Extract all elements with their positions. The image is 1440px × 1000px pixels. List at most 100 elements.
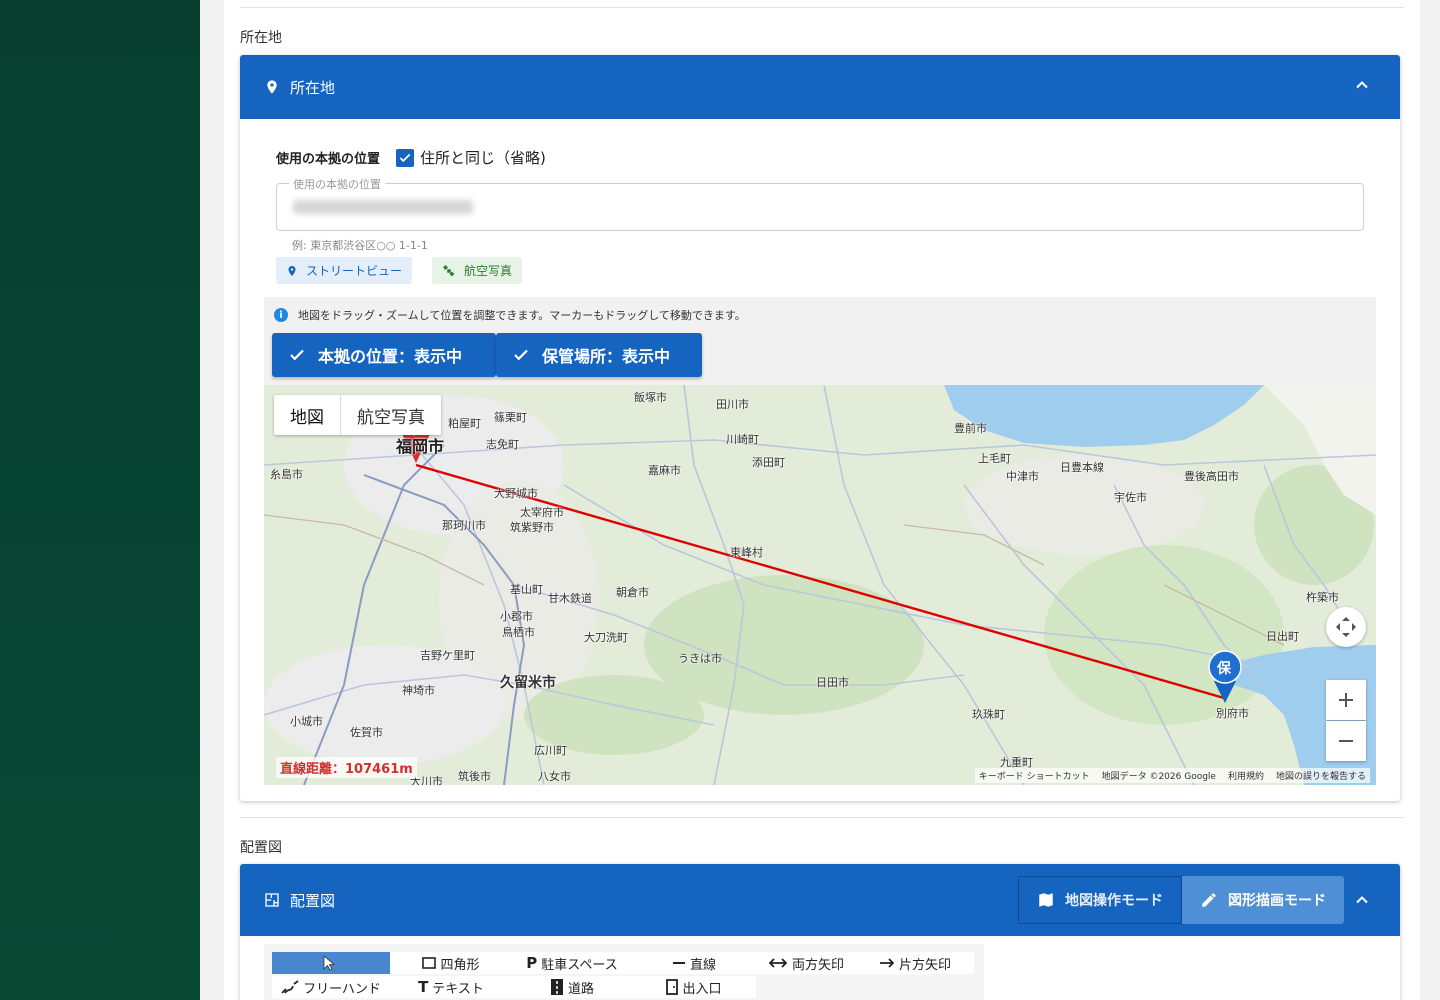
double-arrow-tool-label: 両方矢印 — [791, 957, 844, 973]
location-section-label: 所在地 — [240, 30, 282, 46]
city-label: 宇佐市 — [1114, 491, 1147, 504]
city-label: 大刀洗町 — [584, 631, 628, 644]
location-pin-icon — [288, 265, 296, 276]
city-label: 大野城市 — [494, 487, 538, 500]
plus-icon — [1339, 693, 1353, 707]
city-label: 豊後高田市 — [1184, 470, 1239, 483]
city-label: 小城市 — [290, 715, 323, 728]
freehand-icon — [281, 980, 299, 994]
base-position-row: 使用の本拠の位置 住所と同じ（省略) — [276, 147, 546, 168]
rectangle-tool-label: 四角形 — [440, 957, 480, 973]
shape-draw-mode-label: 図形描画モード — [1228, 893, 1326, 909]
base-position-label: 使用の本拠の位置 — [276, 152, 381, 167]
chevron-up-icon[interactable] — [1352, 75, 1372, 95]
aerial-photo-button[interactable]: 航空写真 — [432, 257, 523, 284]
checkmark-icon — [399, 153, 411, 162]
map-attribution: キーボード ショートカット 地図データ ©2026 Google 利用規約 地図… — [974, 768, 1370, 783]
text-icon: T — [418, 978, 429, 996]
zoom-in-button[interactable] — [1326, 680, 1366, 720]
zoom-out-button[interactable] — [1326, 721, 1366, 761]
same-as-address-label[interactable]: 住所と同じ（省略) — [420, 147, 546, 168]
city-label: 日豊本線 — [1060, 461, 1104, 474]
toggle-base-position-button[interactable]: 本拠の位置：表示中 — [272, 333, 496, 377]
city-label: 基山町 — [510, 583, 543, 596]
form-panel: 所在地 所在地 使用の本拠の位置 住所と同じ（省略) 使用の本拠の位置 例: 東… — [224, 0, 1420, 1000]
base-position-field[interactable]: 使用の本拠の位置 — [276, 176, 1364, 231]
arrow-right-icon — [879, 958, 895, 968]
chevron-up-icon[interactable] — [1352, 890, 1372, 910]
city-label: 鳥栖市 — [502, 626, 535, 639]
city-label: 川崎町 — [726, 433, 759, 446]
parking-icon: P — [526, 954, 538, 972]
select-tool-button[interactable] — [272, 952, 390, 974]
report-error-link[interactable]: 地図の誤りを報告する — [1276, 769, 1366, 782]
single-arrow-tool-button[interactable]: 片方矢印 — [856, 952, 974, 974]
street-view-button[interactable]: ストリートビュー — [276, 257, 413, 284]
terms-link[interactable]: 利用規約 — [1228, 769, 1264, 782]
toggle-storage-button[interactable]: 保管場所：表示中 — [496, 333, 702, 377]
road-tool-label: 道路 — [567, 981, 594, 997]
distance-label: 直線距離：107461m — [276, 757, 417, 778]
map-operation-mode-label: 地図操作モード — [1065, 893, 1163, 909]
shape-draw-mode-button[interactable]: 図形描画モード — [1182, 876, 1344, 924]
city-label: 久留米市 — [500, 675, 556, 691]
city-label: 甘木鉄道 — [548, 592, 592, 605]
city-label: 那珂川市 — [442, 519, 486, 532]
field-hint: 例: 東京都渋谷区○○ 1-1-1 — [292, 239, 428, 252]
satellite-icon — [443, 264, 455, 276]
keyboard-shortcuts-link[interactable]: キーボード ショートカット — [979, 769, 1090, 782]
parking-tool-button[interactable]: P 駐車スペース — [512, 952, 632, 974]
city-label: 粕屋町 — [448, 417, 481, 430]
text-tool-label: テキスト — [432, 981, 484, 997]
divider — [240, 7, 1404, 8]
single-arrow-tool-label: 片方矢印 — [898, 957, 951, 973]
city-label: 豊前市 — [954, 422, 987, 435]
entrance-tool-button[interactable]: 出入口 — [632, 976, 756, 998]
field-legend: 使用の本拠の位置 — [289, 176, 385, 192]
road-tool-button[interactable]: 道路 — [512, 976, 632, 998]
location-pin-icon — [267, 80, 277, 94]
google-map[interactable]: 本 保 福岡市 糸島市 志免町 那珂川市 筑紫野市 太宰府市 大野城市 粕屋町 … — [264, 385, 1376, 785]
city-label: 小郡市 — [500, 610, 533, 623]
double-arrow-icon — [768, 958, 788, 968]
same-as-address-checkbox[interactable] — [396, 148, 415, 167]
door-icon — [666, 979, 679, 995]
city-label: 神埼市 — [402, 684, 435, 697]
map-type-satellite-button[interactable]: 航空写真 — [341, 395, 441, 435]
city-label: 日田市 — [816, 676, 849, 689]
line-tool-button[interactable]: 直線 — [632, 952, 756, 974]
pencil-icon — [1202, 893, 1216, 907]
city-label: 篠栗町 — [494, 411, 527, 424]
city-label: 佐賀市 — [350, 726, 383, 739]
double-arrow-tool-button[interactable]: 両方矢印 — [756, 952, 856, 974]
info-icon: i — [274, 308, 288, 322]
text-tool-button[interactable]: T テキスト — [390, 976, 512, 998]
map-type-map-button[interactable]: 地図 — [274, 395, 341, 435]
city-label: 太宰府市 — [520, 506, 564, 519]
city-label: 朝倉市 — [616, 586, 649, 599]
city-label: 福岡市 — [396, 437, 445, 456]
drawing-toolbar: 四角形 P 駐車スペース 直線 両方矢印 片方矢印 フリーハンド T テキスト … — [264, 944, 984, 1000]
city-label: 八女市 — [538, 770, 571, 783]
camera-control-button[interactable] — [1326, 607, 1366, 647]
map-operation-mode-button[interactable]: 地図操作モード — [1018, 876, 1182, 924]
mode-toggle-group: 地図操作モード 図形描画モード — [1018, 876, 1344, 924]
city-label: 中津市 — [1006, 470, 1039, 483]
city-label: 糸島市 — [270, 468, 303, 481]
parking-tool-label: 駐車スペース — [541, 957, 618, 973]
rectangle-tool-button[interactable]: 四角形 — [390, 952, 512, 974]
city-label: 日出町 — [1266, 630, 1299, 643]
layout-card-title: 配置図 — [290, 891, 336, 910]
city-label: 東峰村 — [730, 546, 763, 559]
layout-section-label: 配置図 — [240, 840, 282, 856]
storage-marker-label[interactable]: 保 — [1217, 658, 1231, 678]
entrance-tool-label: 出入口 — [682, 981, 722, 997]
city-label: 吉野ケ里町 — [420, 649, 475, 662]
city-label: うきは市 — [678, 652, 722, 665]
city-label: 筑紫野市 — [510, 521, 554, 534]
aerial-photo-label: 航空写真 — [464, 264, 513, 278]
location-card-header[interactable]: 所在地 — [240, 55, 1400, 119]
blurred-address-value — [293, 200, 473, 214]
freehand-tool-button[interactable]: フリーハンド — [272, 976, 390, 998]
city-label: 嘉麻市 — [648, 464, 681, 477]
